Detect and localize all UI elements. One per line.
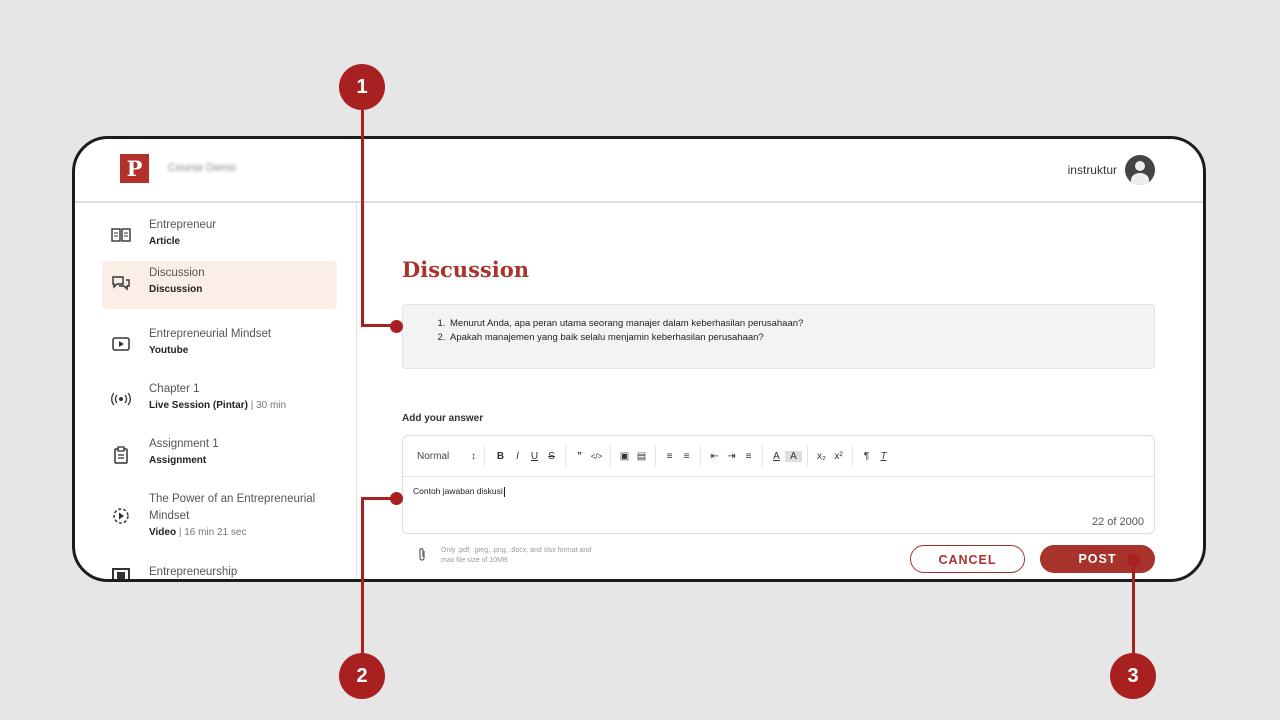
avatar-icon[interactable] — [1125, 155, 1155, 185]
annotation-2-line — [361, 497, 364, 655]
top-bar: P Course Demo instruktur — [75, 139, 1203, 203]
format-select[interactable]: Normal ↕ — [417, 445, 485, 467]
answer-editor[interactable]: Normal ↕ B I U S ” </> ▣ ▤ ≡ ≡ ⇤ ⇥ ≡ A A… — [402, 435, 1155, 534]
sidebar-item-duration: | 16 min 21 sec — [176, 527, 247, 538]
question-item: Menurut Anda, apa peran utama seorang ma… — [448, 317, 1154, 331]
image-icon[interactable]: ▣ — [616, 451, 633, 462]
attachment-hint: Only .pdf, .jpeg, .png, .docx, and xlsx … — [441, 546, 641, 565]
annotation-1-dot — [390, 320, 403, 333]
play-circle-icon — [110, 507, 132, 529]
sidebar-item-title: Entrepreneurial Mindset — [149, 328, 272, 340]
sidebar-item-type: Discussion — [149, 284, 203, 295]
superscript-icon[interactable]: x² — [830, 451, 847, 462]
bold-icon[interactable]: B — [492, 451, 509, 462]
sidebar-item-type: Article — [149, 236, 181, 247]
sidebar-item-type: Live Session (Pintar) — [149, 400, 248, 411]
clear-format-icon[interactable]: T — [875, 451, 892, 462]
sidebar-item-title: Chapter 1 — [149, 383, 200, 395]
sidebar-item-type: Assignment — [149, 455, 207, 466]
sidebar-item-duration: | 30 min — [247, 400, 287, 411]
annotation-2-badge: 2 — [339, 653, 385, 699]
annotation-2-dot — [390, 492, 403, 505]
sidebar-item-type: Video — [149, 527, 177, 538]
chat-bubbles-icon — [110, 275, 132, 297]
course-title: Course Demo — [168, 162, 236, 174]
bullet-list-icon[interactable]: ≡ — [678, 451, 695, 462]
annotation-3-line — [1132, 562, 1135, 657]
live-broadcast-icon — [110, 391, 132, 413]
select-arrows-icon: ↕ — [471, 450, 476, 462]
code-icon[interactable]: </> — [588, 452, 605, 461]
main-content: Discussion Menurut Anda, apa peran utama… — [357, 203, 1203, 579]
editor-content[interactable]: Contoh jawaban diskusi — [413, 486, 505, 497]
strikethrough-icon[interactable]: S — [543, 451, 560, 462]
editor-toolbar: Normal ↕ B I U S ” </> ▣ ▤ ≡ ≡ ⇤ ⇥ ≡ A A… — [403, 436, 1154, 477]
question-box: Menurut Anda, apa peran utama seorang ma… — [402, 304, 1155, 369]
sidebar-item-title: Entrepreneurship — [149, 566, 238, 578]
annotation-1-line — [361, 110, 364, 327]
underline-icon[interactable]: U — [526, 451, 543, 462]
attachment-hint-line1: Only .pdf, .jpeg, .png, .docx, and xlsx … — [441, 547, 592, 554]
indent-icon[interactable]: ⇥ — [723, 451, 740, 462]
ordered-list-icon[interactable]: ≡ — [661, 451, 678, 462]
slides-icon — [110, 568, 132, 579]
text-color-icon[interactable]: A — [768, 451, 785, 462]
outdent-icon[interactable]: ⇤ — [706, 451, 723, 462]
sidebar-item-discussion[interactable]: Discussion Discussion — [102, 261, 337, 309]
app-window: P Course Demo instruktur Entrepreneur Ar… — [72, 136, 1206, 582]
question-list: Menurut Anda, apa peran utama seorang ma… — [403, 305, 1154, 345]
italic-icon[interactable]: I — [509, 451, 526, 462]
clipboard-icon — [110, 446, 132, 468]
user-name: instruktur — [1067, 163, 1117, 177]
sidebar-item-entrepreneurship[interactable]: Entrepreneurship — [102, 560, 337, 579]
annotation-1-badge: 1 — [339, 64, 385, 110]
sidebar-item-title: Assignment 1 — [149, 438, 219, 450]
book-open-icon — [110, 227, 132, 249]
sidebar-item-title: Discussion — [149, 267, 205, 279]
sidebar-item-entrepreneur[interactable]: Entrepreneur Article — [102, 213, 337, 260]
sidebar-item-chapter-1[interactable]: Chapter 1 Live Session (Pintar) | 30 min — [102, 377, 337, 424]
sidebar: Entrepreneur Article Discussion Discussi… — [75, 203, 357, 579]
attachment-hint-line2: max file size of 10MB — [441, 556, 508, 564]
annotation-3-dot — [1127, 554, 1140, 567]
paperclip-icon[interactable] — [417, 547, 427, 565]
text-caret — [503, 486, 505, 497]
text-direction-icon[interactable]: ¶ — [858, 451, 875, 462]
answer-label: Add your answer — [402, 413, 484, 424]
annotation-3-badge: 3 — [1110, 653, 1156, 699]
background-color-icon[interactable]: A — [785, 450, 802, 462]
align-icon[interactable]: ≡ — [740, 451, 757, 462]
subscript-icon[interactable]: x₂ — [813, 451, 830, 462]
user-menu[interactable]: instruktur — [1068, 155, 1155, 185]
sidebar-item-title: The Power of an Entrepreneurial Mindset — [149, 493, 316, 522]
format-select-value: Normal — [417, 450, 450, 462]
play-video-icon — [110, 336, 132, 358]
sidebar-item-type: Youtube — [149, 345, 189, 356]
character-counter: 22 of 2000 — [1092, 516, 1144, 528]
sidebar-item-power-of-mindset[interactable]: The Power of an Entrepreneurial Mindset … — [102, 487, 337, 549]
sidebar-item-title: Entrepreneur — [149, 219, 217, 231]
blockquote-icon[interactable]: ” — [571, 451, 588, 462]
question-item: Apakah manajemen yang baik selalu menjam… — [448, 331, 1154, 345]
video-icon[interactable]: ▤ — [633, 451, 650, 462]
page-title: Discussion — [402, 257, 529, 282]
sidebar-item-assignment-1[interactable]: Assignment 1 Assignment — [102, 432, 337, 479]
editor-text: Contoh jawaban diskusi — [413, 486, 503, 496]
app-logo[interactable]: P — [120, 154, 149, 183]
cancel-button[interactable]: CANCEL — [910, 545, 1025, 573]
sidebar-item-entrepreneurial-mindset[interactable]: Entrepreneurial Mindset Youtube — [102, 322, 337, 369]
